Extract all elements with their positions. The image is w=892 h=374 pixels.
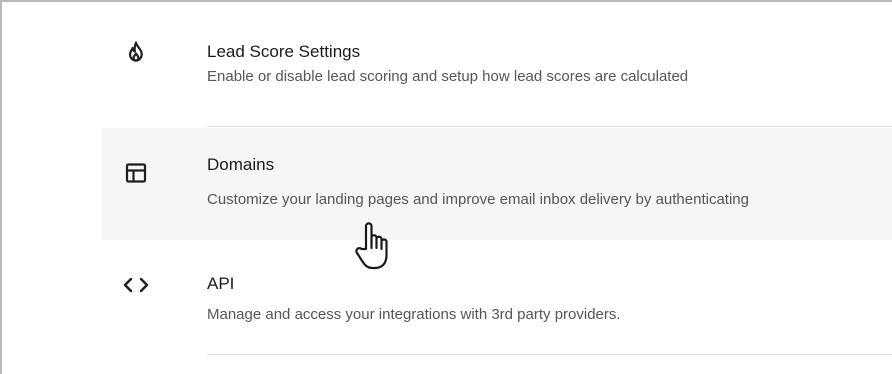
settings-item-domains[interactable]: Domains Customize your landing pages and… [102, 128, 892, 240]
item-description: Manage and access your integrations with… [207, 306, 621, 323]
item-description: Enable or disable lead scoring and setup… [207, 68, 689, 85]
item-title: Lead Score Settings [207, 42, 361, 61]
code-icon [122, 273, 150, 297]
settings-item-lead-score[interactable]: Lead Score Settings Enable or disable le… [102, 10, 892, 126]
divider [207, 126, 892, 127]
item-title: Domains [207, 155, 275, 174]
flame-icon [124, 40, 148, 64]
item-title: API [207, 274, 235, 293]
item-description: Customize your landing pages and improve… [207, 191, 749, 208]
divider [207, 354, 892, 355]
layout-icon [124, 161, 148, 185]
settings-panel: Lead Score Settings Enable or disable le… [0, 0, 892, 374]
settings-item-api[interactable]: API Manage and access your integrations … [102, 240, 892, 354]
